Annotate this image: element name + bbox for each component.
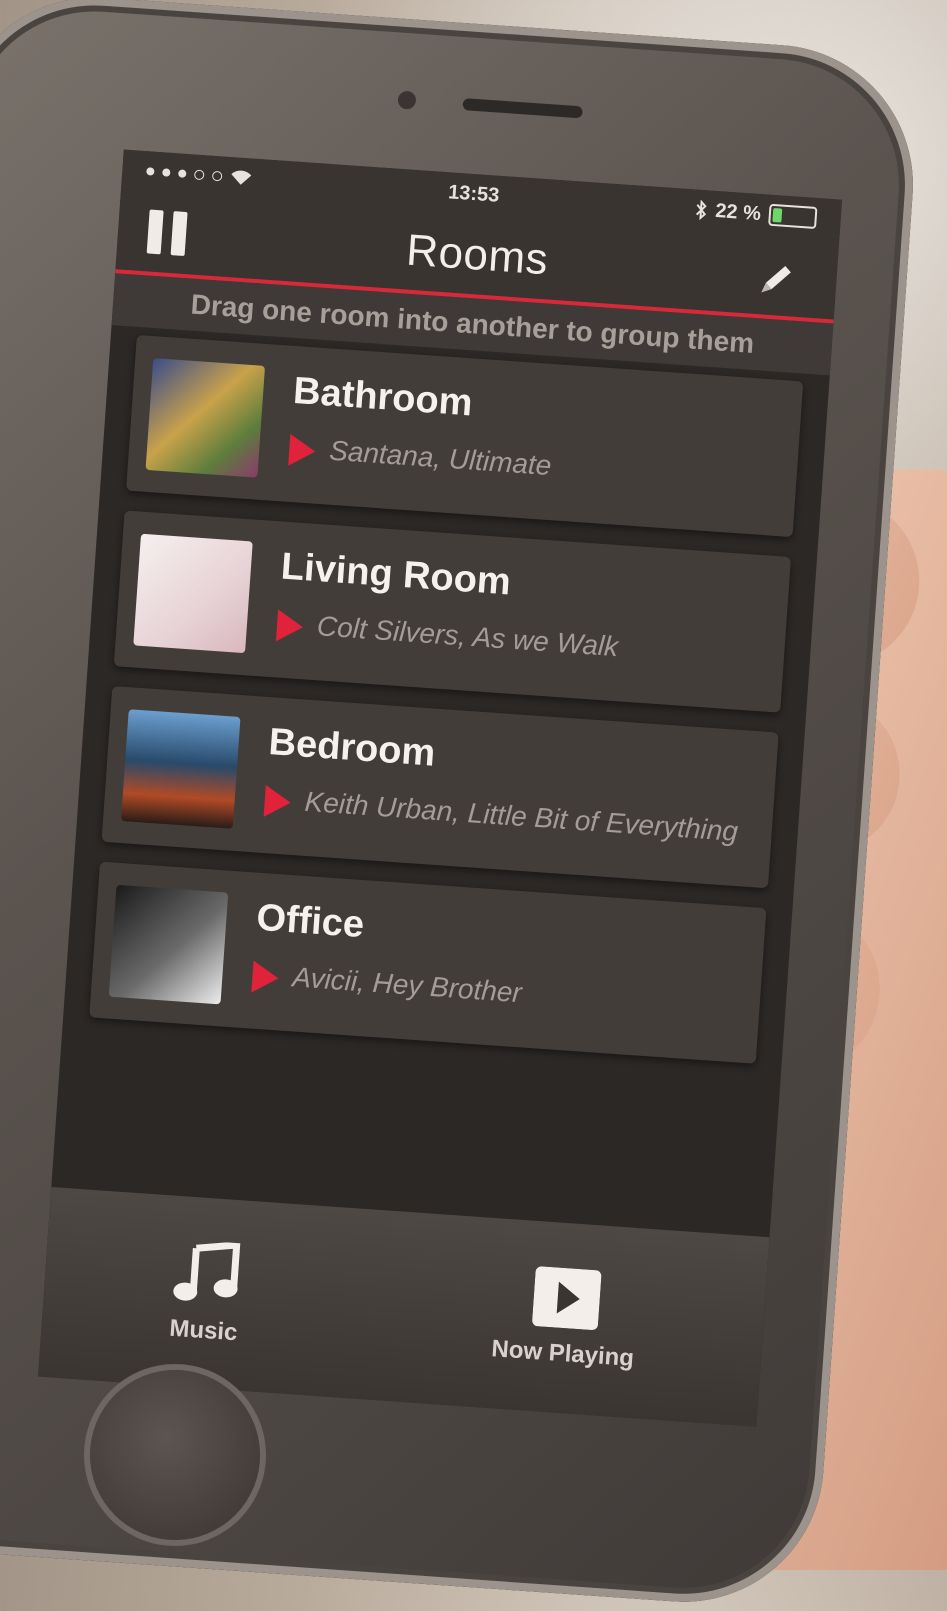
tab-now-playing[interactable]: Now Playing bbox=[491, 1263, 640, 1373]
room-track: Colt Silvers, As we Walk bbox=[315, 610, 620, 663]
tab-music-label: Music bbox=[168, 1314, 239, 1347]
room-card-living-room[interactable]: Living Room Colt Silvers, As we Walk bbox=[113, 510, 792, 713]
play-indicator-icon bbox=[288, 433, 317, 468]
battery-percent: 22 % bbox=[714, 199, 762, 225]
room-name: Office bbox=[255, 896, 366, 947]
play-indicator-icon bbox=[251, 960, 280, 995]
signal-dot bbox=[178, 169, 187, 178]
phone-screen: 13:53 22 % Rooms Drag one room into anot… bbox=[38, 149, 843, 1427]
signal-dot bbox=[146, 167, 155, 176]
phone-body: 13:53 22 % Rooms Drag one room into anot… bbox=[0, 0, 923, 1611]
music-note-icon bbox=[173, 1241, 241, 1301]
pencil-icon[interactable] bbox=[755, 258, 798, 301]
room-card-office[interactable]: Office Avicii, Hey Brother bbox=[89, 861, 767, 1064]
album-art bbox=[133, 533, 253, 654]
room-name: Bathroom bbox=[291, 369, 474, 425]
battery-fill bbox=[772, 207, 783, 223]
room-track: Keith Urban, Little Bit of Everything bbox=[303, 785, 740, 847]
battery-icon bbox=[768, 203, 818, 230]
status-right: 22 % bbox=[695, 198, 818, 230]
home-button[interactable] bbox=[90, 1370, 260, 1540]
signal-dot bbox=[211, 170, 223, 182]
status-time: 13:53 bbox=[447, 180, 501, 207]
phone-device: 13:53 22 % Rooms Drag one room into anot… bbox=[0, 0, 947, 1611]
room-track: Avicii, Hey Brother bbox=[291, 961, 523, 1009]
album-art bbox=[145, 358, 266, 478]
play-indicator-icon bbox=[263, 784, 292, 819]
signal-dot bbox=[193, 169, 205, 181]
album-art bbox=[108, 884, 229, 1005]
signal-dot bbox=[162, 168, 171, 177]
room-card-bedroom[interactable]: Bedroom Keith Urban, Little Bit of Every… bbox=[101, 686, 779, 889]
play-icon bbox=[531, 1266, 602, 1331]
room-list: Bathroom Santana, Ultimate Living Room C… bbox=[49, 325, 829, 1263]
room-name: Bedroom bbox=[267, 721, 437, 775]
room-name: Living Room bbox=[279, 545, 513, 604]
wifi-icon bbox=[231, 170, 252, 185]
earpiece-speaker bbox=[462, 98, 583, 119]
room-track: Santana, Ultimate bbox=[328, 434, 553, 482]
signal-indicator bbox=[146, 163, 253, 186]
tab-now-playing-label: Now Playing bbox=[490, 1335, 635, 1373]
front-camera bbox=[397, 90, 417, 110]
album-art bbox=[120, 709, 241, 829]
tab-music[interactable]: Music bbox=[168, 1239, 245, 1348]
play-indicator-icon bbox=[275, 609, 305, 644]
bluetooth-icon bbox=[696, 199, 708, 221]
